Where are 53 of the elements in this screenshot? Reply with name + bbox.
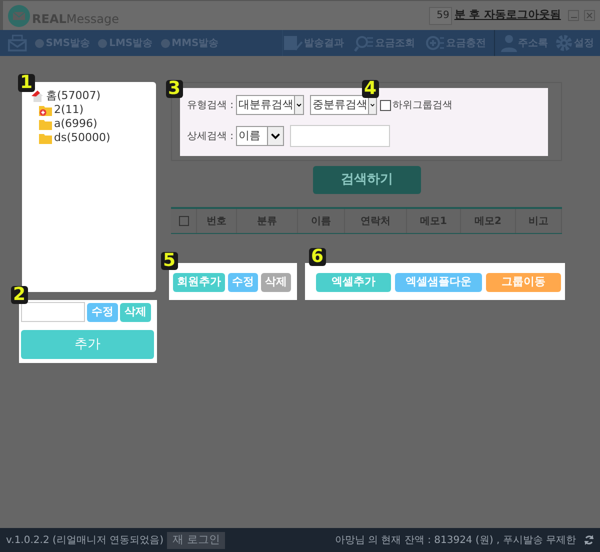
tree-item[interactable]: a(6996) xyxy=(54,116,98,132)
search-field[interactable] xyxy=(290,125,390,147)
coin-add-icon xyxy=(425,34,445,52)
subgroup-search-label: 하위그룹검색 xyxy=(392,98,453,112)
user-icon xyxy=(501,34,517,52)
chevron-down-icon xyxy=(266,127,283,145)
tree-item[interactable]: ds(50000) xyxy=(54,130,110,146)
envelope-icon xyxy=(8,34,27,52)
search-button[interactable]: 검색하기 xyxy=(313,166,421,194)
auto-logout-link[interactable]: 분 후 자동로그아웃됨 xyxy=(454,7,561,24)
step-number: 2 xyxy=(11,286,28,304)
tree-item[interactable]: 2(11) xyxy=(54,102,84,118)
balance-text: 아망님 의 현재 잔액 : 813924 (원) , 푸시발송 무제한 xyxy=(334,534,576,548)
search-icon xyxy=(354,34,374,52)
house-icon xyxy=(31,90,44,102)
dropdown[interactable]: 중분류검색 xyxy=(310,95,377,115)
action-button[interactable]: 그룹이동 xyxy=(486,273,561,292)
action-button[interactable]: 수정 xyxy=(228,273,258,292)
group-name-field[interactable] xyxy=(21,302,85,322)
add-button[interactable]: 추가 xyxy=(21,330,154,359)
tree-item[interactable]: 홈(57007) xyxy=(46,88,101,104)
step-number: 4 xyxy=(362,80,379,98)
minimize-button[interactable] xyxy=(568,10,579,21)
folder-add-icon xyxy=(39,104,52,116)
radio-button[interactable] xyxy=(160,38,170,48)
checkbox[interactable] xyxy=(380,100,391,110)
action-button[interactable]: 엑셀샘플다운 xyxy=(395,273,482,292)
radio-button[interactable] xyxy=(34,38,44,48)
envelope-logo-icon xyxy=(8,4,30,26)
refresh-icon[interactable] xyxy=(584,534,594,546)
step-number: 5 xyxy=(161,252,178,270)
relogin-button[interactable]: 재 로그인 xyxy=(167,532,225,548)
action-button[interactable]: 수정 xyxy=(87,302,118,322)
dropdown[interactable]: 이름 xyxy=(236,126,284,146)
close-button[interactable] xyxy=(584,10,595,21)
timer-field: 59 xyxy=(429,6,452,24)
action-button[interactable]: 삭제 xyxy=(261,273,291,292)
action-button[interactable]: 엑셀추가 xyxy=(316,273,391,292)
detail-search-label: 상세검색 : xyxy=(187,130,234,144)
settings-icon xyxy=(555,34,573,52)
step-number: 6 xyxy=(309,248,326,266)
action-button[interactable]: 삭제 xyxy=(120,302,151,322)
checkbox[interactable] xyxy=(178,216,188,226)
folder-icon xyxy=(39,132,52,144)
radio-button[interactable] xyxy=(98,38,108,48)
step-number: 1 xyxy=(18,74,35,92)
folder-icon xyxy=(39,118,52,130)
version-text: v.1.0.2.2 (리얼매니저 연동되었음) xyxy=(6,534,164,548)
chevron-down-icon xyxy=(294,96,303,114)
action-button[interactable]: 회원추가 xyxy=(173,273,225,292)
step-number: 3 xyxy=(166,80,183,98)
dropdown[interactable]: 대분류검색 xyxy=(236,95,304,115)
type-search-label: 유형검색 : xyxy=(187,98,234,112)
